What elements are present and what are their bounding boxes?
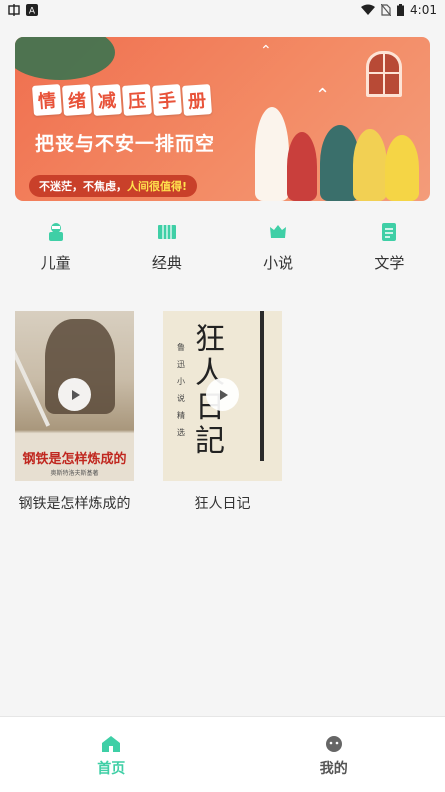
banner-tag-highlight: 人间很值得! — [127, 180, 188, 193]
status-time: 4:01 — [410, 3, 437, 17]
child-icon — [48, 223, 63, 241]
banner-title-char: 绪 — [61, 84, 93, 116]
banner-title-char: 减 — [91, 84, 123, 116]
play-icon[interactable] — [206, 378, 239, 411]
person-illustration — [353, 129, 387, 201]
book-card[interactable]: 鲁迅小说精选 狂人日記 狂人日记 — [163, 311, 282, 513]
category-label: 小说 — [263, 254, 294, 272]
app-notification-icon — [8, 4, 20, 16]
nav-label: 我的 — [319, 761, 348, 777]
cover-subtitle: 奥斯特洛夫斯基著 — [50, 470, 99, 477]
banner-window-illustration — [366, 51, 402, 97]
cover-art-rope — [260, 311, 264, 461]
battery-icon — [397, 4, 405, 16]
cover-vertical-text: 鲁迅小说精选 — [177, 343, 185, 437]
book-cover[interactable]: 钢铁是怎样炼成的 奥斯特洛夫斯基著 — [15, 311, 134, 481]
category-row: 儿童 经典 小说 文学 — [0, 222, 445, 280]
banner-foliage — [15, 37, 115, 80]
status-right: 4:01 — [361, 3, 437, 17]
bird-icon: ⌃ — [315, 85, 331, 106]
no-sim-icon — [381, 4, 392, 16]
person-illustration — [287, 132, 317, 201]
banner-title-char: 册 — [181, 84, 213, 116]
category-novel[interactable]: 小说 — [223, 222, 334, 280]
classic-books-icon — [157, 225, 176, 239]
book-title[interactable]: 钢铁是怎样炼成的 — [15, 493, 134, 513]
status-left: A — [8, 4, 38, 16]
category-label: 经典 — [151, 254, 182, 272]
banner-title-char: 手 — [151, 84, 183, 116]
promo-banner[interactable]: ⌃ ⌃ 情 绪 减 压 手 册 把丧与不安一排而空 不迷茫，不焦虑，人间很值得! — [15, 37, 430, 201]
status-bar: A 4:01 — [0, 0, 445, 20]
book-card[interactable]: 钢铁是怎样炼成的 奥斯特洛夫斯基著 钢铁是怎样炼成的 — [15, 311, 134, 513]
novel-icon — [270, 225, 287, 238]
font-icon: A — [26, 4, 38, 16]
svg-text:A: A — [29, 7, 36, 17]
category-label: 儿童 — [40, 254, 71, 272]
home-icon — [102, 736, 121, 752]
banner-subtitle: 把丧与不安一排而空 — [35, 133, 216, 155]
banner-title: 情 绪 减 压 手 册 — [31, 84, 213, 116]
category-literature[interactable]: 文学 — [334, 222, 445, 280]
category-child[interactable]: 儿童 — [0, 222, 111, 280]
cover-title: 钢铁是怎样炼成的 — [22, 452, 127, 467]
person-illustration — [385, 135, 419, 201]
book-title[interactable]: 狂人日记 — [163, 493, 282, 513]
nav-label: 首页 — [97, 761, 126, 777]
banner-title-char: 情 — [31, 84, 63, 116]
literature-icon — [382, 223, 397, 241]
profile-icon — [325, 736, 342, 752]
person-illustration — [255, 107, 289, 201]
banner-title-char: 压 — [121, 84, 153, 116]
nav-home[interactable]: 首页 — [0, 717, 223, 792]
book-cover[interactable]: 鲁迅小说精选 狂人日記 — [163, 311, 282, 481]
banner-tag-prefix: 不迷茫，不焦虑， — [39, 180, 127, 193]
category-classic[interactable]: 经典 — [111, 222, 222, 280]
bottom-nav: 首页 我的 — [0, 716, 445, 792]
bird-icon: ⌃ — [260, 43, 272, 59]
nav-profile[interactable]: 我的 — [223, 717, 445, 792]
wifi-icon — [361, 4, 376, 15]
category-label: 文学 — [374, 254, 405, 272]
banner-tagline: 不迷茫，不焦虑，人间很值得! — [29, 175, 198, 197]
play-icon[interactable] — [58, 378, 91, 411]
